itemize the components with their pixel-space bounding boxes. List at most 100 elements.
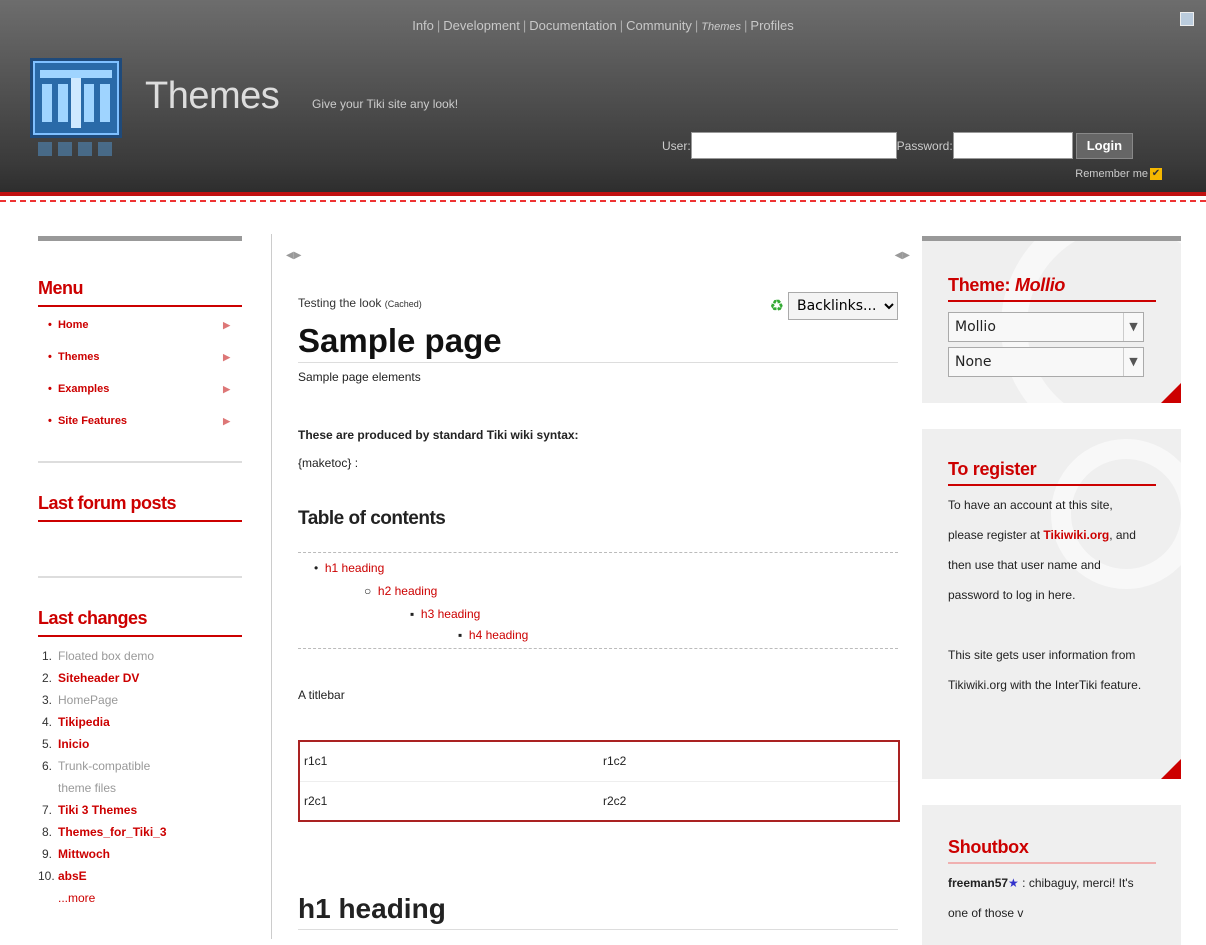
register-text: To have an account at this site, please … xyxy=(948,498,1136,602)
nav-community[interactable]: Community xyxy=(626,18,692,33)
tikiwiki-link[interactable]: Tikiwiki.org xyxy=(1043,528,1109,542)
toc-item: ○ h2 heading xyxy=(364,584,438,598)
list-item: 8. Themes_for_Tiki_3 xyxy=(38,821,242,843)
header-dashed-divider xyxy=(0,200,1206,202)
backlinks-select[interactable]: Backlinks... xyxy=(788,292,898,320)
module-gap xyxy=(922,403,1181,429)
table-cell: r2c2 xyxy=(603,794,627,808)
refresh-icon[interactable]: ♻ xyxy=(770,296,784,316)
toc-link-h1[interactable]: h1 heading xyxy=(325,561,384,575)
theme-name: Mollio xyxy=(1014,275,1066,295)
sample-table: r1c1 r1c2 r2c1 r2c2 xyxy=(298,740,900,822)
theme-title: Theme: Mollio xyxy=(948,241,1156,302)
header-red-line xyxy=(0,192,1206,196)
list-item: 4. Tikipedia xyxy=(38,711,242,733)
arrow-right-icon: ▶ xyxy=(223,416,230,426)
password-input[interactable] xyxy=(952,132,1073,159)
theme-module: Theme: Mollio Mollio ▼ None ▼ xyxy=(922,241,1181,403)
nav-info[interactable]: Info xyxy=(412,18,434,33)
toc-title: Table of contents xyxy=(298,508,446,529)
change-link[interactable]: HomePage xyxy=(58,689,118,711)
intro-text: These are produced by standard Tiki wiki… xyxy=(298,428,579,442)
tiki-logo[interactable] xyxy=(30,58,122,160)
list-item: 10. absE xyxy=(38,865,242,887)
column-divider xyxy=(271,234,272,939)
register-title: To register xyxy=(948,429,1156,486)
nav-development[interactable]: Development xyxy=(443,18,520,33)
menu-item-themes[interactable]: • Themes ▶ xyxy=(38,341,242,373)
shoutbox-module: Shoutbox freeman57★ : chibaguy, merci! I… xyxy=(922,805,1181,945)
arrow-right-icon: ▶ xyxy=(223,352,230,362)
page-description: Sample page elements xyxy=(298,370,421,384)
arrow-right-icon: ▶ xyxy=(223,320,230,330)
list-item: 2. Siteheader DV xyxy=(38,667,242,689)
nav-themes[interactable]: Themes xyxy=(701,21,741,33)
shout-message: freeman57★ : chibaguy, merci! It's one o… xyxy=(948,876,1134,920)
feed-icon[interactable] xyxy=(1180,12,1194,26)
left-column: Menu • Home ▶ • Themes ▶ • Examples ▶ • Sit… xyxy=(38,236,242,909)
remember-checkbox[interactable]: ✔ xyxy=(1150,168,1162,180)
menu-item-examples[interactable]: • Examples ▶ xyxy=(38,373,242,405)
login-button[interactable]: Login xyxy=(1075,132,1134,159)
more-link[interactable]: ...more xyxy=(58,887,95,909)
change-link[interactable]: Trunk-compatible xyxy=(58,759,150,773)
arrow-right-icon: ▶ xyxy=(223,384,230,394)
chevron-down-icon: ▼ xyxy=(1123,348,1143,376)
table-cell: r1c1 xyxy=(304,754,328,768)
list-item: 6. Trunk-compatible theme files xyxy=(41,759,151,795)
toggle-right-column-icon[interactable]: ◀▶ xyxy=(895,250,910,261)
option-select-value: None xyxy=(955,354,992,370)
change-link[interactable]: absE xyxy=(58,865,87,887)
table-of-contents: • h1 heading ○ h2 heading ▪ h3 heading ▪… xyxy=(298,552,898,649)
right-column: Theme: Mollio Mollio ▼ None ▼ To register … xyxy=(922,236,1181,945)
change-link[interactable]: Floated box demo xyxy=(58,645,154,667)
forum-posts-title: Last forum posts xyxy=(38,493,242,522)
change-link-cont[interactable]: theme files xyxy=(58,781,116,795)
toggle-left-column-icon[interactable]: ◀▶ xyxy=(286,250,301,261)
nav-profiles[interactable]: Profiles xyxy=(750,18,793,33)
login-form: User: Password: Login xyxy=(662,132,1134,159)
theme-option-select[interactable]: None ▼ xyxy=(948,347,1144,377)
breadcrumb: Testing the look (Cached) xyxy=(298,296,422,310)
nav-documentation[interactable]: Documentation xyxy=(529,18,616,33)
theme-select[interactable]: Mollio ▼ xyxy=(948,312,1144,342)
theme-select-value: Mollio xyxy=(955,319,996,335)
change-link[interactable]: Tikipedia xyxy=(58,711,110,733)
top-nav: Info | Development | Documentation | Community… xyxy=(412,18,794,33)
last-changes-list: 1. Floated box demo 2. Siteheader DV 3. Hom… xyxy=(38,645,242,909)
chevron-down-icon: ▼ xyxy=(1123,313,1143,341)
change-link[interactable]: Themes_for_Tiki_3 xyxy=(58,821,167,843)
toc-link-h3[interactable]: h3 heading xyxy=(421,607,480,621)
table-row: r1c1 r1c2 xyxy=(300,742,898,781)
user-input[interactable] xyxy=(690,132,897,159)
list-item: 7. Tiki 3 Themes xyxy=(38,799,242,821)
user-label: User: xyxy=(662,138,691,153)
table-cell: r2c1 xyxy=(304,794,328,808)
shout-user[interactable]: freeman57 xyxy=(948,876,1008,890)
left-top-bar xyxy=(38,236,242,241)
menu-title: Menu xyxy=(38,278,242,307)
crumb-text: Testing the look xyxy=(298,296,382,310)
list-item: ...more xyxy=(38,887,242,909)
module-gap xyxy=(922,779,1181,805)
page-title: Sample page xyxy=(298,322,898,363)
site-slogan: Give your Tiki site any look! xyxy=(312,97,459,111)
change-link[interactable]: Tiki 3 Themes xyxy=(58,799,137,821)
toc-item: • h1 heading xyxy=(314,561,385,575)
change-link[interactable]: Mittwoch xyxy=(58,843,110,865)
toc-item: ▪ h4 heading xyxy=(458,628,529,642)
star-icon: ★ xyxy=(1008,876,1019,890)
menu-item-site-features[interactable]: • Site Features ▶ xyxy=(38,405,242,437)
change-link[interactable]: Inicio xyxy=(58,733,89,755)
h1-heading: h1 heading xyxy=(298,893,898,930)
toc-link-h4[interactable]: h4 heading xyxy=(469,628,528,642)
register-module: To register To have an account at this s… xyxy=(922,429,1181,779)
corner-triangle xyxy=(1161,383,1181,403)
toc-link-h2[interactable]: h2 heading xyxy=(378,584,437,598)
remember-label: Remember me xyxy=(1075,168,1148,180)
menu-item-home[interactable]: • Home ▶ xyxy=(38,309,242,341)
list-item: 9. Mittwoch xyxy=(38,843,242,865)
menu-item-label: Site Features xyxy=(57,415,128,427)
change-link[interactable]: Siteheader DV xyxy=(58,667,139,689)
cached-label: (Cached) xyxy=(384,299,422,309)
